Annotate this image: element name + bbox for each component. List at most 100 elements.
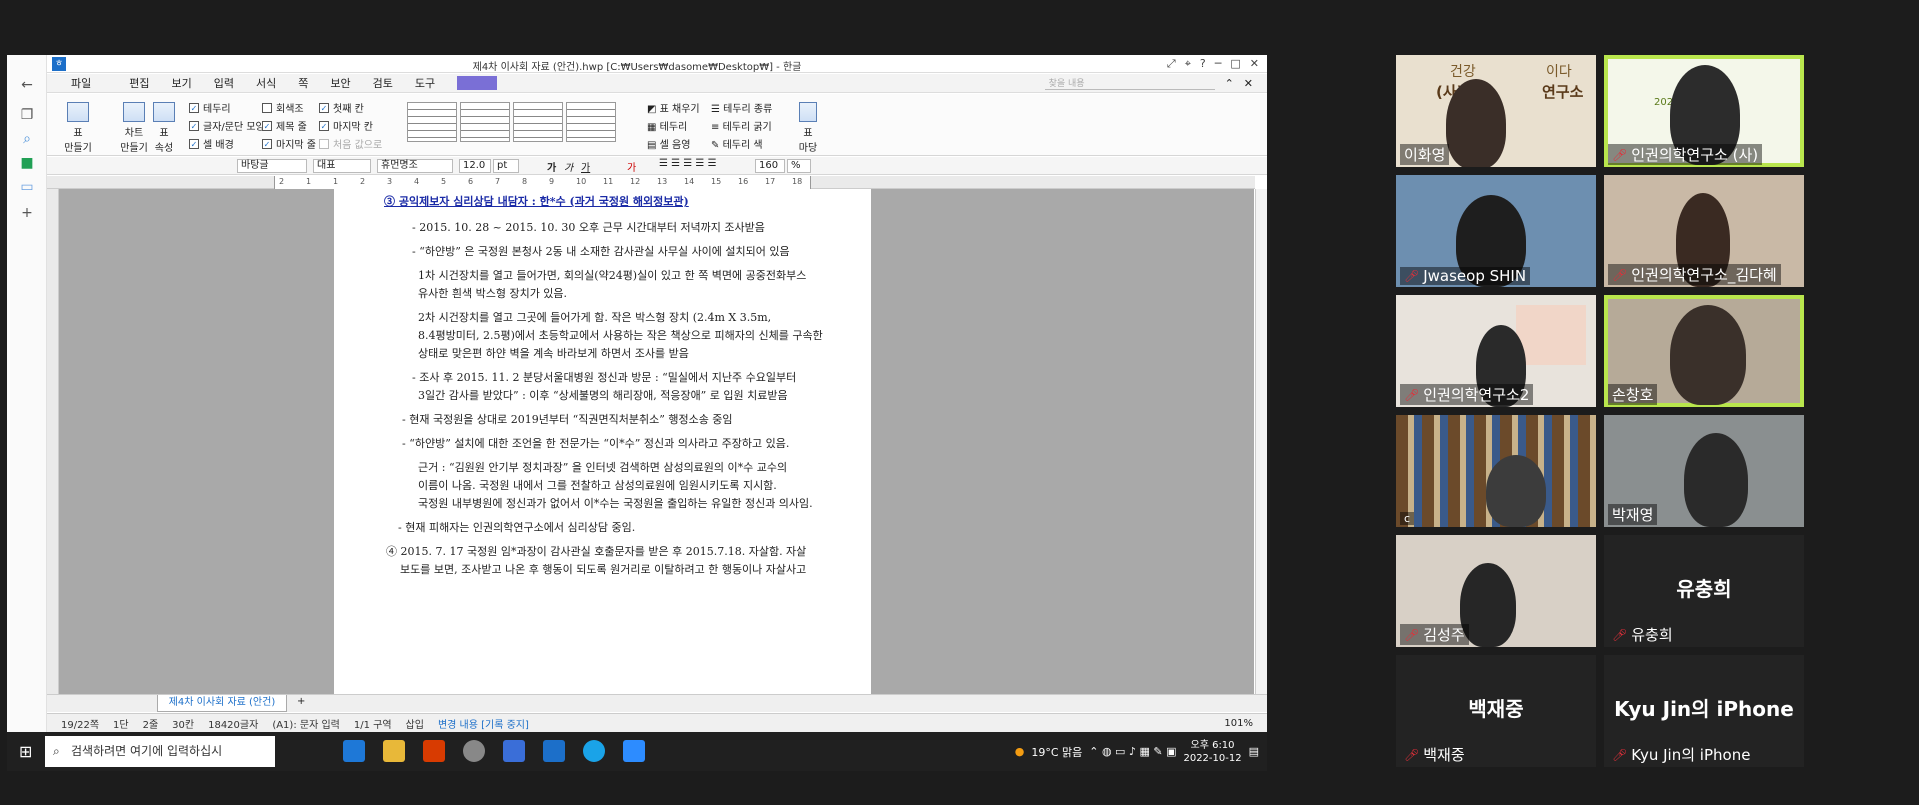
menu-review[interactable]: 검토: [373, 75, 393, 91]
menu-edit[interactable]: 편집: [129, 75, 149, 91]
menu-insert[interactable]: 입력: [214, 75, 234, 91]
minimize-button[interactable]: ─: [1215, 57, 1222, 71]
close-ribbon-icon[interactable]: ✕: [1244, 77, 1253, 90]
back-arrow-icon[interactable]: ←: [19, 77, 35, 93]
check-char-para[interactable]: ✓ 글자/문단 모양: [189, 118, 265, 133]
fill-button[interactable]: ◩ 표 채우기: [647, 100, 700, 115]
add-icon[interactable]: +: [19, 205, 35, 221]
italic-icon[interactable]: 가: [564, 159, 573, 174]
font-select[interactable]: 휴먼명조: [377, 159, 453, 173]
chart-make-button[interactable]: 차트 만들기: [119, 102, 149, 154]
participant-tile[interactable]: 🎤︎ 인권의학연구소2: [1396, 295, 1596, 407]
align-icons[interactable]: ☰ ☰ ☰ ☰ ☰: [659, 158, 717, 169]
settings-gear-icon[interactable]: [463, 740, 485, 762]
document-page[interactable]: ③ 공익제보자 심리상담 내담자 : 한*수 (과거 국정원 해외정보관) - …: [334, 189, 871, 694]
fullscreen-button[interactable]: ⤢: [1167, 57, 1176, 71]
table-style-1[interactable]: [407, 102, 457, 142]
participant-tile[interactable]: 박재영: [1604, 415, 1804, 527]
check-grayscale[interactable]: 회색조: [262, 100, 304, 115]
reset-default[interactable]: 처음 값으로: [319, 136, 382, 151]
table-style-2[interactable]: [460, 102, 510, 142]
store-icon[interactable]: [503, 740, 525, 762]
notification-icon[interactable]: ▤: [1249, 745, 1259, 758]
participant-tile[interactable]: 건강 이다 (사) 연구소 이화영: [1396, 55, 1596, 167]
border-color-button[interactable]: ✎ 테두리 색: [711, 136, 763, 151]
check-cell-bg[interactable]: ✓ 셀 배경: [189, 136, 234, 151]
font-color-icon[interactable]: 가: [627, 159, 636, 174]
maximize-button[interactable]: □: [1230, 57, 1240, 71]
menu-tools[interactable]: 도구: [415, 75, 435, 91]
style-select[interactable]: 바탕글: [237, 159, 307, 173]
table-make-button[interactable]: 표 만들기: [61, 102, 95, 154]
bold-icon[interactable]: 가: [547, 159, 556, 174]
check-last-col[interactable]: ✓ 마지막 칸: [319, 118, 373, 133]
poster: [1516, 305, 1586, 365]
status-track-changes[interactable]: 변경 내용 [기록 중지]: [438, 716, 529, 731]
size-unit-select[interactable]: pt: [493, 159, 519, 173]
weather-text[interactable]: 19°C 맑음: [1031, 744, 1082, 760]
zoom-input[interactable]: 160: [755, 159, 785, 173]
check-border[interactable]: ✓ 테두리: [189, 100, 231, 115]
participant-tile[interactable]: 백재중 🎤︎ 백재중: [1396, 655, 1596, 767]
collapse-icon[interactable]: ⌃: [1225, 77, 1234, 90]
close-button[interactable]: ✕: [1250, 57, 1259, 71]
menu-file[interactable]: 파일: [71, 75, 91, 91]
participant-tile[interactable]: Kyu Jin의 iPhone 🎤︎ Kyu Jin의 iPhone: [1604, 655, 1804, 767]
participant-tile[interactable]: 2022년 🎤︎인권의학연구소 (사): [1604, 55, 1804, 167]
participant-tile[interactable]: 🎤︎ 인권의학연구소_김다혜: [1604, 175, 1804, 287]
copy-icon[interactable]: ❐: [19, 107, 35, 123]
menu-format[interactable]: 서식: [256, 75, 276, 91]
mail-app-icon[interactable]: [343, 740, 365, 762]
office-icon[interactable]: [423, 740, 445, 762]
windows-start-icon[interactable]: ⊞: [19, 742, 32, 761]
participant-name: 손창호: [1608, 384, 1658, 405]
vertical-scrollbar[interactable]: [1255, 189, 1267, 694]
tray-icons[interactable]: ⌃ ◍ ▭ ♪ ▦ ✎ ▣: [1089, 745, 1176, 758]
document-tab[interactable]: 제4차 이사회 자료 (안건): [157, 695, 287, 712]
status-zoom[interactable]: 101%: [1224, 718, 1253, 729]
hangul-taskbar-icon[interactable]: [543, 740, 565, 762]
participant-tile[interactable]: 🎤︎ Jwaseop SHIN: [1396, 175, 1596, 287]
font-group-select[interactable]: 대표: [313, 159, 371, 173]
participant-tile[interactable]: 손창호: [1604, 295, 1804, 407]
status-insert[interactable]: 삽입: [406, 716, 424, 731]
taskbar-search-input[interactable]: ⌕ 검색하려면 여기에 입력하십시: [45, 736, 275, 767]
participant-tile[interactable]: 유충희 🎤︎ 유충희: [1604, 535, 1804, 647]
checkbox-icon: [319, 138, 329, 149]
participant-name: 🎤︎ 인권의학연구소 (사): [1608, 144, 1763, 165]
table-style-4[interactable]: [566, 102, 616, 142]
ruler-tick-label: 17: [765, 177, 776, 186]
check-first-col[interactable]: ✓ 첫째 칸: [319, 100, 364, 115]
underline-icon[interactable]: 가: [581, 159, 590, 174]
file-explorer-icon[interactable]: [383, 740, 405, 762]
menu-security[interactable]: 보안: [330, 75, 350, 91]
check-last-row[interactable]: ✓ 마지막 줄: [262, 136, 316, 151]
clock[interactable]: 오후 6:10 2022-10-12: [1183, 739, 1241, 765]
participant-tile[interactable]: 🎤︎ 김성주: [1396, 535, 1596, 647]
border-button[interactable]: ▦ 테두리: [647, 118, 687, 133]
border-width-button[interactable]: ≡ 테두리 굵기: [711, 118, 772, 133]
help-button[interactable]: ?: [1200, 57, 1206, 71]
font-size-input[interactable]: 12.0: [459, 159, 491, 173]
briefcase-icon[interactable]: ■: [19, 155, 35, 171]
menu-page[interactable]: 쪽: [298, 75, 308, 91]
chat-icon[interactable]: ▭: [19, 179, 35, 195]
table-properties-button[interactable]: 표 속성: [151, 102, 177, 154]
zoom-app-icon[interactable]: [623, 740, 645, 762]
participant-tile[interactable]: c: [1396, 415, 1596, 527]
pin-button[interactable]: ⌖: [1185, 57, 1191, 71]
table-gallery-button[interactable]: 표 마당: [795, 102, 821, 154]
table-style-3[interactable]: [513, 102, 563, 142]
search-icon[interactable]: ⌕: [19, 131, 35, 147]
table-tab-active[interactable]: [457, 76, 498, 90]
menu-view[interactable]: 보기: [172, 75, 192, 91]
find-input[interactable]: 찾을 내용: [1044, 76, 1215, 90]
cell-shade-button[interactable]: ▤ 셀 음영: [647, 136, 690, 151]
check-title-row[interactable]: ✓ 제목 줄: [262, 118, 307, 133]
border-type-button[interactable]: ☰ 테두리 종류: [711, 100, 772, 115]
document-area[interactable]: ③ 공익제보자 심리상담 내담자 : 한*수 (과거 국정원 해외정보관) - …: [59, 189, 1254, 694]
muted-mic-icon: 🎤︎: [1612, 147, 1628, 162]
zoom-unit-select[interactable]: %: [787, 159, 811, 173]
add-tab-button[interactable]: +: [297, 696, 305, 707]
edge-icon[interactable]: [583, 740, 605, 762]
